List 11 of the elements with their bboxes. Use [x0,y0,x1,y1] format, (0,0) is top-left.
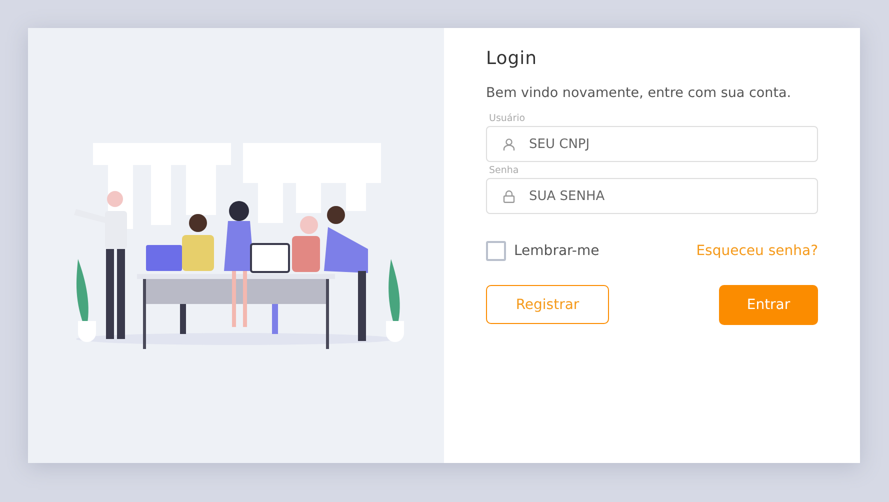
login-title: Login [486,48,538,69]
field-label: Usuário [488,113,526,124]
forgot-password-link[interactable]: Esqueceu senha? [696,243,818,259]
remember-checkbox[interactable] [486,241,506,261]
field-label: Senha [488,165,520,176]
remember-label: Lembrar-me [514,243,600,259]
register-button[interactable]: Registrar [486,285,609,324]
login-button[interactable]: Entrar [719,285,818,325]
password-field[interactable]: SUA SENHA [486,178,818,214]
username-field[interactable]: SEU CNPJ [486,126,818,162]
welcome-text: Bem vindo novamente, entre com sua conta. [486,85,792,101]
